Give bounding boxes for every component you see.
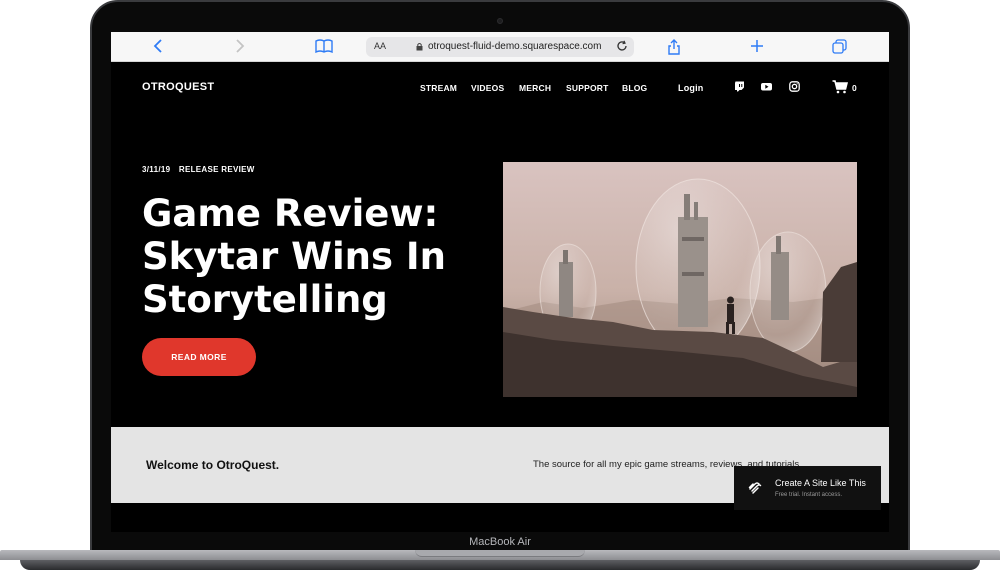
nav-support[interactable]: SUPPORT — [566, 83, 609, 93]
youtube-icon[interactable] — [761, 81, 772, 92]
cart-icon[interactable] — [832, 80, 848, 94]
instagram-icon[interactable] — [789, 81, 800, 92]
site-logo[interactable]: OTROQUEST — [142, 81, 214, 93]
nav-videos[interactable]: VIDEOS — [471, 83, 504, 93]
twitch-icon[interactable] — [734, 81, 745, 92]
nav-stream[interactable]: STREAM — [420, 83, 457, 93]
read-more-button[interactable]: READ MORE — [142, 338, 256, 376]
post-category[interactable]: RELEASE REVIEW — [179, 165, 255, 174]
lock-icon — [416, 43, 423, 51]
nav-blog[interactable]: BLOG — [622, 83, 647, 93]
nav-merch[interactable]: MERCH — [519, 83, 551, 93]
reload-icon[interactable] — [616, 40, 628, 55]
address-bar[interactable]: AA otroquest-fluid-demo.squarespace.com — [366, 37, 634, 57]
badge-title: Create A Site Like This — [775, 478, 866, 488]
reader-options-button[interactable]: AA — [374, 41, 386, 51]
welcome-heading: Welcome to OtroQuest. — [146, 458, 280, 472]
chevron-left-icon[interactable] — [151, 39, 165, 55]
tabs-icon[interactable] — [831, 39, 847, 55]
webcam — [497, 18, 503, 24]
cart-count[interactable]: 0 — [852, 83, 857, 93]
lid-notch — [415, 550, 585, 557]
plus-icon[interactable] — [749, 39, 765, 55]
badge-subtitle: Free trial. Instant access. — [775, 492, 843, 498]
screen: AA otroquest-fluid-demo.squarespace.com … — [111, 32, 889, 532]
share-icon[interactable] — [666, 39, 682, 55]
laptop-base — [0, 546, 1000, 574]
browser-toolbar: AA otroquest-fluid-demo.squarespace.com — [111, 32, 889, 62]
squarespace-logo-icon — [748, 482, 762, 494]
login-link[interactable]: Login — [678, 83, 704, 93]
post-date: 3/11/19 — [142, 165, 171, 174]
hero-scene-illustration — [503, 162, 857, 397]
device-model-label: MacBook Air — [469, 536, 531, 548]
chevron-right-icon[interactable] — [233, 39, 247, 55]
post-title[interactable]: Game Review: Skytar Wins In Storytelling — [142, 192, 482, 321]
url-text: otroquest-fluid-demo.squarespace.com — [428, 41, 602, 52]
base-bottom — [20, 560, 980, 570]
hero-image[interactable] — [503, 162, 857, 397]
site-header: OTROQUEST STREAM VIDEOS MERCH SUPPORT BL… — [111, 62, 889, 114]
squarespace-badge[interactable]: Create A Site Like This Free trial. Inst… — [734, 466, 881, 510]
bookmarks-icon[interactable] — [315, 39, 333, 55]
post-meta: 3/11/19 RELEASE REVIEW — [142, 165, 255, 174]
